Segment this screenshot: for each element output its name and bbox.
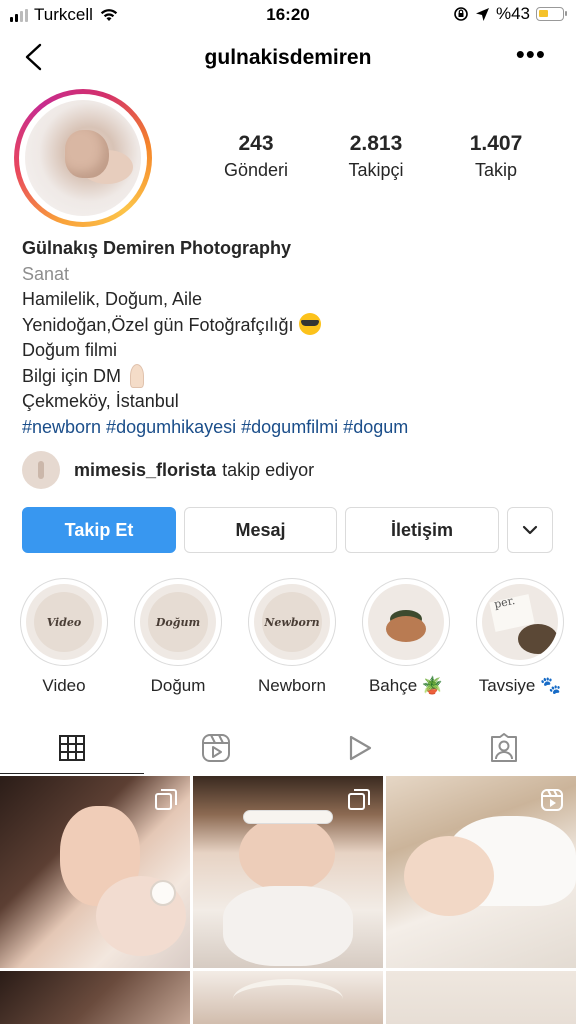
highlight-label: Newborn: [257, 676, 327, 695]
highlight-cover: Newborn: [254, 584, 330, 660]
message-button[interactable]: Mesaj: [184, 507, 337, 553]
highlight-cover: Doğum: [140, 584, 216, 660]
grid-post[interactable]: [0, 971, 190, 1024]
bio-line: Yenidoğan,Özel gün Fotoğrafçılığı: [22, 312, 562, 339]
follower-username: mimesis_florista: [74, 459, 217, 480]
highlight-cover: [368, 584, 444, 660]
follow-button[interactable]: Takip Et: [22, 507, 176, 553]
carousel-icon: [155, 789, 177, 810]
profile-category: Sanat: [22, 263, 70, 284]
profile-username: gulnakisdemiren: [204, 46, 372, 69]
grid-post[interactable]: [193, 971, 383, 1024]
grid-post[interactable]: [386, 971, 576, 1024]
bio-line: Doğum filmi: [22, 340, 118, 360]
orientation-lock-icon: [454, 7, 468, 21]
stat-followers-count: 2.813: [349, 132, 403, 155]
tab-reels[interactable]: [144, 722, 288, 774]
stat-posts[interactable]: 243 Gönderi: [196, 132, 316, 181]
highlight-newborn[interactable]: Newborn Newborn: [246, 578, 338, 696]
profile-avatar[interactable]: [14, 89, 152, 227]
profile-stats: 243 Gönderi 2.813 Takipçi 1.407 Takip: [196, 132, 556, 181]
highlight-bahce[interactable]: Bahçe 🪴: [360, 578, 452, 696]
contact-button[interactable]: İletişim: [345, 507, 499, 553]
bio-hashtags[interactable]: #newborn #dogumhikayesi #dogumfilmi #dog…: [22, 415, 562, 441]
bio-line-text: Yenidoğan,Özel gün Fotoğrafçılığı: [22, 314, 294, 335]
stat-followers-label: Takipçi: [348, 160, 404, 180]
highlight-label: Tavsiye 🐾: [478, 676, 562, 695]
highlight-cover: Video: [26, 584, 102, 660]
bio-line: Çekmeköy, İstanbul: [22, 391, 179, 411]
status-bar: Turkcell 16:20 %43: [0, 0, 576, 30]
reels-icon: [202, 734, 230, 762]
bio-line: Hamilelik, Doğum, Aile: [22, 289, 203, 309]
praying-hands-emoji-icon: [126, 363, 146, 388]
profile-display-name: Gülnakış Demiren Photography: [22, 238, 292, 258]
reels-icon: [541, 789, 563, 811]
profile-header: gulnakisdemiren •••: [0, 36, 576, 80]
bio-line: Bilgi için DM: [22, 363, 562, 390]
stat-following-count: 1.407: [469, 132, 523, 155]
grid-icon: [59, 734, 85, 761]
grid-post[interactable]: [0, 776, 190, 968]
stat-posts-label: Gönderi: [223, 160, 289, 180]
video-icon: [349, 735, 372, 761]
more-options-icon[interactable]: •••: [516, 41, 546, 67]
sunglasses-emoji-icon: [298, 312, 321, 335]
avatar-image: [25, 100, 141, 216]
tab-videos[interactable]: [288, 722, 432, 774]
highlight-video[interactable]: Video Video: [18, 578, 110, 696]
highlight-cover: per.: [482, 584, 558, 660]
battery-icon: [536, 7, 567, 21]
grid-post[interactable]: [193, 776, 383, 968]
battery-percent: %43: [495, 4, 530, 23]
bio-line-text: Bilgi için DM: [22, 365, 122, 386]
stat-following-label: Takip: [474, 160, 518, 180]
profile-tabs: [0, 722, 576, 774]
suggested-dropdown-button[interactable]: [507, 507, 553, 553]
highlight-tavsiye[interactable]: per. Tavsiye 🐾: [474, 578, 566, 696]
story-highlights: Video Video Doğum Doğum Newborn Newborn …: [0, 578, 576, 698]
highlight-label: Doğum: [150, 676, 206, 695]
stat-posts-count: 243: [238, 132, 274, 155]
chevron-down-icon: [522, 525, 538, 535]
followed-by[interactable]: mimesis_florista takip ediyor: [22, 450, 314, 490]
grid-post[interactable]: [386, 776, 576, 968]
location-icon: [475, 7, 489, 21]
tagged-icon: [491, 733, 517, 762]
highlight-dogum[interactable]: Doğum Doğum: [132, 578, 224, 696]
tab-grid[interactable]: [0, 722, 144, 774]
carousel-icon: [348, 789, 370, 810]
posts-grid: [0, 776, 576, 1024]
stat-following[interactable]: 1.407 Takip: [436, 132, 556, 181]
profile-bio: Gülnakış Demiren Photography Sanat Hamil…: [22, 236, 562, 440]
highlight-label: Video: [42, 676, 86, 695]
stat-followers[interactable]: 2.813 Takipçi: [316, 132, 436, 181]
tab-tagged[interactable]: [432, 722, 576, 774]
status-right: %43: [453, 4, 567, 24]
follower-text: takip ediyor: [222, 459, 315, 480]
highlight-label: Bahçe 🪴: [368, 676, 444, 695]
follower-avatar: [22, 451, 60, 489]
